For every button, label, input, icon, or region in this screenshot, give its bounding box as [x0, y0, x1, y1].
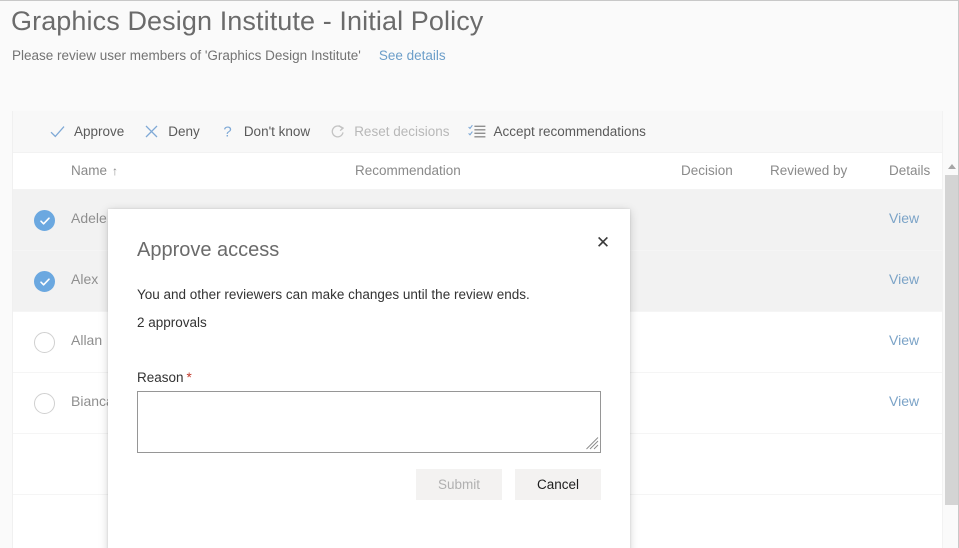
- deny-label: Deny: [168, 124, 200, 139]
- checkbox-unchecked-icon: [34, 332, 55, 353]
- column-header-name-label: Name: [71, 163, 107, 178]
- reset-arrow-icon: [328, 122, 347, 141]
- checkbox-checked-icon: [34, 271, 55, 292]
- row-select-checkbox[interactable]: [34, 210, 55, 231]
- page-subtitle: Please review user members of 'Graphics …: [12, 48, 361, 63]
- row-details-view-link[interactable]: View: [889, 271, 919, 287]
- required-asterisk: *: [187, 370, 192, 385]
- table-header-row: Name ↑ Recommendation Decision Reviewed b…: [13, 153, 959, 190]
- table-scrollbar[interactable]: [942, 111, 959, 548]
- accept-recommendations-button[interactable]: Accept recommendations: [459, 111, 655, 153]
- reason-field-label: Reason*: [137, 370, 192, 385]
- dialog-title: Approve access: [137, 239, 279, 262]
- approve-label: Approve: [74, 124, 124, 139]
- close-icon[interactable]: ✕: [588, 227, 618, 257]
- cross-icon: [142, 122, 161, 141]
- approve-access-dialog: ✕ Approve access You and other reviewers…: [108, 209, 630, 548]
- column-header-decision[interactable]: Decision: [681, 163, 733, 178]
- page-subtitle-row: Please review user members of 'Graphics …: [12, 48, 446, 63]
- dont-know-label: Don't know: [244, 124, 310, 139]
- row-select-checkbox[interactable]: [34, 393, 55, 414]
- reset-decisions-button[interactable]: Reset decisions: [319, 111, 458, 153]
- deny-button[interactable]: Deny: [133, 111, 209, 153]
- reason-input[interactable]: [137, 391, 601, 453]
- scroll-up-arrow-icon[interactable]: [943, 159, 959, 173]
- question-mark-icon: ?: [218, 122, 237, 141]
- page-title: Graphics Design Institute - Initial Poli…: [11, 6, 483, 37]
- checkbox-checked-icon: [34, 210, 55, 231]
- access-review-page: Graphics Design Institute - Initial Poli…: [0, 0, 959, 548]
- column-header-details[interactable]: Details: [889, 163, 930, 178]
- checkbox-unchecked-icon: [34, 393, 55, 414]
- sort-ascending-icon: ↑: [112, 164, 118, 178]
- row-user-name: Adele: [71, 210, 107, 226]
- accept-recommendations-label: Accept recommendations: [494, 124, 646, 139]
- checklist-icon: [468, 122, 487, 141]
- row-details-view-link[interactable]: View: [889, 210, 919, 226]
- reason-label-text: Reason: [137, 370, 184, 385]
- dialog-action-buttons: Submit Cancel: [137, 469, 601, 500]
- command-bar: Approve Deny ? Don't know: [13, 111, 959, 153]
- approve-button[interactable]: Approve: [39, 111, 133, 153]
- row-details-view-link[interactable]: View: [889, 393, 919, 409]
- dont-know-button[interactable]: ? Don't know: [209, 111, 319, 153]
- column-header-name[interactable]: Name ↑: [71, 163, 118, 178]
- page-header: Graphics Design Institute - Initial Poli…: [0, 1, 959, 109]
- row-select-checkbox[interactable]: [34, 332, 55, 353]
- row-details-view-link[interactable]: View: [889, 332, 919, 348]
- svg-text:?: ?: [223, 124, 231, 141]
- dialog-approval-count: 2 approvals: [137, 315, 207, 330]
- scrollbar-thumb[interactable]: [945, 175, 958, 505]
- reset-decisions-label: Reset decisions: [354, 124, 449, 139]
- see-details-link[interactable]: See details: [379, 48, 446, 63]
- column-header-recommendation[interactable]: Recommendation: [355, 163, 461, 178]
- column-header-reviewed-by[interactable]: Reviewed by: [770, 163, 847, 178]
- checkmark-icon: [48, 122, 67, 141]
- submit-button[interactable]: Submit: [416, 469, 502, 500]
- row-select-checkbox[interactable]: [34, 271, 55, 292]
- row-user-name: Allan: [71, 332, 102, 348]
- row-user-name: Alex: [71, 271, 98, 287]
- dialog-description: You and other reviewers can make changes…: [137, 287, 530, 302]
- cancel-button[interactable]: Cancel: [515, 469, 601, 500]
